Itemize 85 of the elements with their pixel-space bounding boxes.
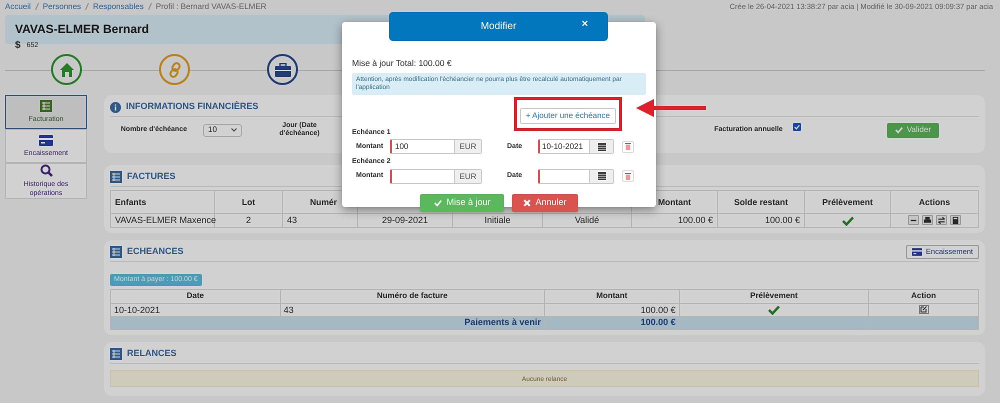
table-icon: [110, 171, 122, 183]
list-icon: [40, 100, 52, 112]
currency-addon: EUR: [454, 140, 481, 154]
modal-title: Modifier: [480, 20, 516, 34]
currency-symbol: $: [15, 41, 21, 52]
table-cell: VAVAS-ELMER Maxence: [110, 214, 214, 228]
search-icon: [40, 164, 52, 177]
delete-button[interactable]: [622, 170, 634, 182]
add-installment-button[interactable]: + Ajouter une échéance: [520, 108, 616, 124]
panel-title: INFORMATIONS FINANCIÈRES: [126, 100, 258, 114]
minus-button[interactable]: [908, 215, 919, 226]
pointer-arrow: [636, 99, 706, 117]
column-header: Actions: [918, 196, 950, 207]
profile-name: VAVAS-ELMER Bernard: [15, 21, 150, 38]
card-icon: [912, 248, 922, 256]
table-icon: [110, 246, 122, 258]
footer-total: 100.00 €: [640, 316, 676, 327]
calendar-icon: [598, 172, 606, 180]
trash-icon: [625, 143, 631, 150]
footer-label: Paiements à venir: [464, 316, 541, 327]
table-cell: 100.00 €: [544, 303, 680, 316]
printer-icon: [923, 216, 932, 225]
table-cell: 10-10-2021: [110, 303, 280, 316]
column-header: Prélèvement: [822, 196, 873, 207]
calendar-icon: [598, 142, 606, 151]
table-cell: 100.00 €: [718, 214, 804, 228]
check-icon: [894, 126, 903, 134]
update-button[interactable]: Mise à jour: [420, 194, 504, 212]
calculator-button[interactable]: [950, 215, 961, 226]
check-icon: [434, 198, 442, 207]
table-cell: 2: [214, 214, 282, 228]
column-header: Montant: [596, 291, 628, 300]
table-cell: 43: [282, 214, 358, 228]
column-header: Numér: [310, 196, 337, 207]
column-header: Lot: [242, 196, 256, 207]
printer-button[interactable]: [922, 215, 933, 226]
panel-title: FACTURES: [127, 170, 176, 184]
breadcrumb-current: Profil : Bernard VAVAS-ELMER: [156, 0, 266, 12]
briefcase-icon: [274, 62, 290, 76]
card-icon: [39, 134, 53, 146]
check-icon: [794, 124, 800, 130]
annual-checkbox[interactable]: [792, 123, 801, 131]
count-select[interactable]: 10: [203, 124, 242, 136]
table-cell: 29-09-2021: [358, 214, 452, 228]
breadcrumb-separator-icon: [85, 3, 90, 10]
caret-icon: [231, 128, 237, 132]
breadcrumb-link[interactable]: Personnes: [42, 0, 82, 12]
breadcrumb-separator-icon: [148, 3, 152, 10]
amount-field[interactable]: 100 EUR: [390, 139, 482, 154]
trash-icon: [625, 172, 631, 180]
panel-title: RELANCES: [127, 347, 177, 360]
edit-icon-button[interactable]: [918, 305, 929, 314]
breadcrumb-link[interactable]: Accueil: [5, 0, 31, 12]
currency-addon: EUR: [454, 170, 481, 183]
amount-field[interactable]: EUR: [390, 168, 482, 184]
column-header: Prélèvement: [750, 291, 798, 300]
table-cell: 43: [280, 303, 544, 316]
swap-icon: [937, 216, 946, 225]
cancel-button[interactable]: Annuler: [512, 194, 578, 212]
info-icon: [110, 102, 121, 112]
breadcrumb-separator-icon: [34, 3, 39, 10]
close-button[interactable]: ×: [582, 19, 588, 30]
step-button[interactable]: [51, 54, 82, 85]
table-cell: Initiale: [452, 214, 542, 228]
calculator-icon: [951, 216, 960, 225]
column-header: Date: [186, 291, 204, 300]
step-button[interactable]: [267, 54, 298, 85]
column-header: Montant: [658, 196, 692, 207]
column-header: Action: [911, 291, 936, 300]
table-cell: 100.00 €: [632, 214, 718, 228]
delete-button[interactable]: [622, 140, 634, 153]
date-field[interactable]: [538, 168, 614, 184]
link-icon: [166, 62, 182, 78]
total-text: Mise à jour Total: 100.00 €: [352, 57, 453, 70]
panel-title: ECHEANCES: [127, 245, 184, 258]
column-header: Solde restant: [734, 196, 788, 207]
column-header: Numéro de facture: [376, 291, 448, 300]
cross-icon: [523, 198, 532, 207]
date-field[interactable]: 10-10-2021: [538, 139, 614, 154]
table-cell: Validé: [542, 214, 632, 228]
breadcrumb-link[interactable]: Responsables: [93, 0, 144, 12]
home-icon: [58, 62, 74, 78]
table-icon: [110, 348, 122, 360]
column-header: Enfants: [115, 196, 146, 207]
swap-button[interactable]: [936, 215, 947, 226]
